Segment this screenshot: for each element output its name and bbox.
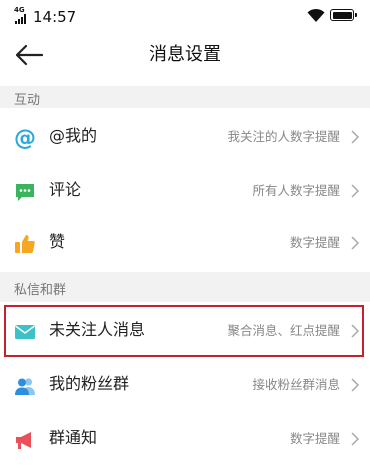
page-title: 消息设置 xyxy=(149,44,221,65)
chevron-right-icon xyxy=(351,378,360,392)
setting-detail: 我关注的人数字提醒 xyxy=(227,129,340,144)
setting-item-likes[interactable]: 赞 数字提醒 xyxy=(0,214,370,272)
setting-detail: 所有人数字提醒 xyxy=(252,183,340,198)
wifi-icon xyxy=(307,8,325,22)
chevron-right-icon xyxy=(351,130,360,144)
setting-detail: 聚合消息、红点提醒 xyxy=(227,323,340,338)
comment-icon xyxy=(16,184,34,201)
setting-item-group-notifications[interactable]: 群通知 数字提醒 xyxy=(0,410,370,468)
at-icon: @ xyxy=(14,127,36,149)
setting-detail: 接收粉丝群消息 xyxy=(252,377,340,392)
thumbs-up-icon xyxy=(15,235,35,253)
megaphone-icon xyxy=(16,432,31,449)
setting-item-unfollowed-messages[interactable]: 未关注人消息 聚合消息、红点提醒 xyxy=(0,302,370,360)
setting-detail: 数字提醒 xyxy=(289,235,340,250)
signal-icon: 4G xyxy=(14,6,30,24)
setting-label: 评论 xyxy=(49,180,82,199)
battery-icon xyxy=(330,9,357,21)
setting-item-fan-groups[interactable]: 我的粉丝群 接收粉丝群消息 xyxy=(0,356,370,414)
section-header-messages-groups: 私信和群 xyxy=(0,272,370,306)
chevron-right-icon xyxy=(351,432,360,446)
chevron-right-icon xyxy=(351,236,360,250)
setting-label: @我的 xyxy=(49,126,98,145)
setting-label: 赞 xyxy=(49,232,66,251)
setting-item-mentions[interactable]: @ @我的 我关注的人数字提醒 xyxy=(0,108,370,166)
status-time: 14:57 xyxy=(33,8,77,26)
envelope-icon xyxy=(15,325,35,339)
network-type: 4G xyxy=(14,6,25,14)
setting-detail: 数字提醒 xyxy=(289,431,340,446)
setting-item-comments[interactable]: 评论 所有人数字提醒 xyxy=(0,162,370,220)
chevron-right-icon xyxy=(351,324,360,338)
setting-label: 我的粉丝群 xyxy=(49,374,130,393)
svg-text:@: @ xyxy=(14,127,36,149)
chevron-right-icon xyxy=(351,184,360,198)
title-bar: 消息设置 xyxy=(0,32,370,78)
group-icon xyxy=(15,378,35,395)
setting-label: 群通知 xyxy=(49,428,98,447)
status-bar: 4G 14:57 xyxy=(0,0,370,32)
setting-label: 未关注人消息 xyxy=(49,320,146,339)
